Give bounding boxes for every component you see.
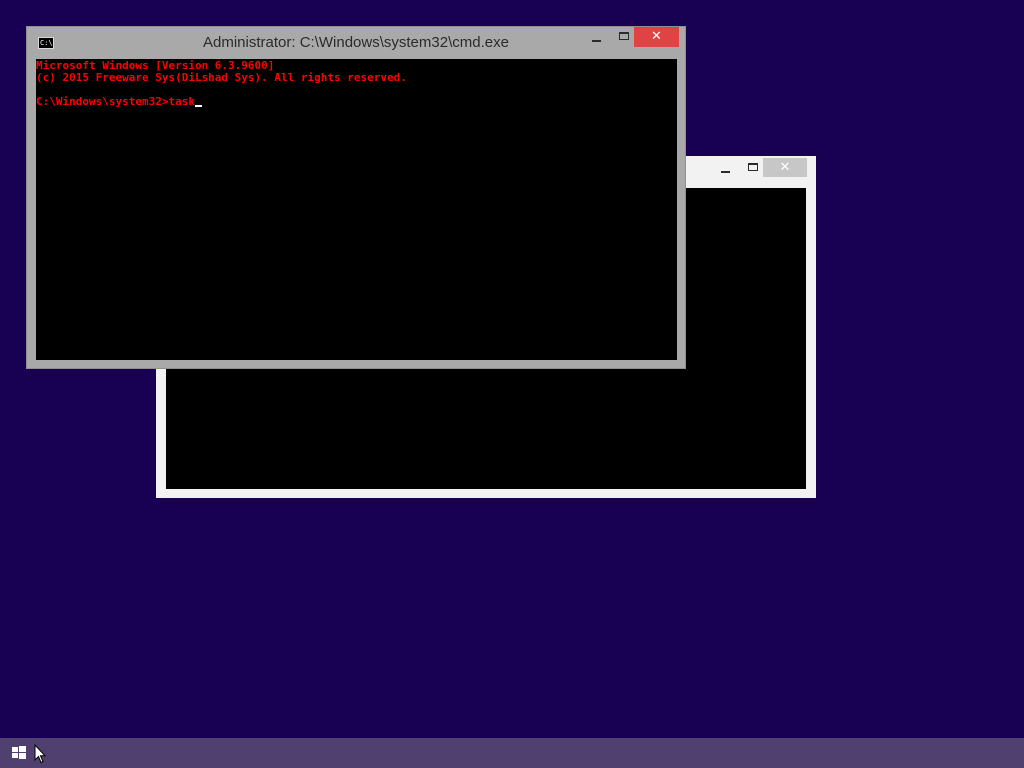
maximize-icon xyxy=(748,163,758,171)
minimize-icon xyxy=(721,171,730,173)
close-icon: ✕ xyxy=(779,160,791,175)
console-output-area[interactable]: Microsoft Windows [Version 6.3.9600] (c)… xyxy=(36,59,677,360)
console-line: (c) 2015 Freeware Sys(DiLshad Sys). All … xyxy=(36,71,407,84)
taskbar xyxy=(0,738,1024,768)
cmd-app-icon[interactable]: C:\ xyxy=(38,37,54,49)
minimize-button[interactable] xyxy=(584,27,610,49)
minimize-button[interactable] xyxy=(713,158,739,180)
mouse-pointer-icon xyxy=(34,744,46,764)
command-prompt-text: C:\Windows\system32>task xyxy=(36,95,195,108)
cmd-window[interactable]: C:\ Administrator: C:\Windows\system32\c… xyxy=(26,26,686,369)
maximize-icon xyxy=(619,32,629,40)
text-cursor xyxy=(194,105,202,107)
windows-logo-icon[interactable] xyxy=(12,746,26,760)
close-icon: ✕ xyxy=(651,29,662,44)
title-bar[interactable]: C:\ Administrator: C:\Windows\system32\c… xyxy=(27,27,685,59)
command-prompt-line[interactable]: C:\Windows\system32>task xyxy=(36,96,677,108)
close-button[interactable]: ✕ xyxy=(634,27,679,47)
minimize-icon xyxy=(592,40,601,42)
window-title: Administrator: C:\Windows\system32\cmd.e… xyxy=(203,34,509,51)
close-button[interactable]: ✕ xyxy=(763,158,807,177)
